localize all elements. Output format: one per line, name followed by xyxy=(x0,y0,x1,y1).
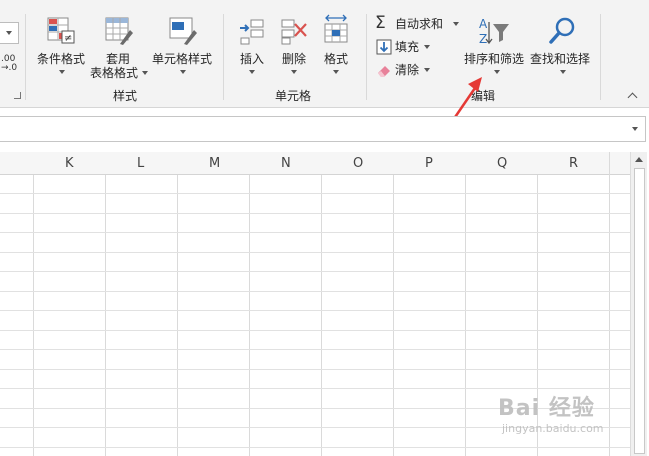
row-gridline xyxy=(0,193,630,194)
column-gridline xyxy=(249,152,250,456)
column-header-label: Q xyxy=(497,156,508,171)
column-header-m[interactable]: M xyxy=(177,152,249,175)
row-gridline xyxy=(0,310,630,311)
scroll-thumb[interactable] xyxy=(634,168,645,454)
column-gridline xyxy=(465,152,466,456)
row-gridline xyxy=(0,349,630,350)
row-gridline xyxy=(0,213,630,214)
watermark: Bai 经验 jingyan.baidu.com xyxy=(498,390,604,435)
column-header-label: P xyxy=(425,156,433,171)
column-gridline xyxy=(321,152,322,456)
formula-bar[interactable] xyxy=(0,116,646,142)
column-header-p[interactable]: P xyxy=(393,152,465,175)
row-gridline xyxy=(0,271,630,272)
row-gridline xyxy=(0,330,630,331)
column-gridline xyxy=(177,152,178,456)
column-header-label: L xyxy=(137,156,145,171)
watermark-brand: Bai 经验 xyxy=(498,396,595,421)
row-gridline xyxy=(0,252,630,253)
column-header-q[interactable]: Q xyxy=(465,152,537,175)
column-header-n[interactable]: N xyxy=(249,152,321,175)
column-header-label: N xyxy=(281,156,291,171)
column-header-k[interactable]: K xyxy=(33,152,105,175)
column-gridline xyxy=(393,152,394,456)
chevron-down-icon[interactable] xyxy=(632,127,638,131)
column-gridline xyxy=(609,152,610,456)
column-header-label: R xyxy=(569,156,579,171)
scroll-up-arrow-icon[interactable] xyxy=(635,157,643,162)
column-header-label: O xyxy=(353,156,364,171)
row-gridline xyxy=(0,232,630,233)
column-gridline xyxy=(105,152,106,456)
row-gridline xyxy=(0,388,630,389)
watermark-url: jingyan.baidu.com xyxy=(502,422,604,435)
column-header-label: K xyxy=(65,156,74,171)
column-header-label: M xyxy=(209,156,221,171)
row-gridline xyxy=(0,447,630,448)
row-gridline xyxy=(0,369,630,370)
column-gridline xyxy=(33,152,34,456)
column-header-o[interactable]: O xyxy=(321,152,393,175)
vertical-scrollbar[interactable] xyxy=(630,152,647,456)
column-header-l[interactable]: L xyxy=(105,152,177,175)
row-gridline xyxy=(0,291,630,292)
column-header-r[interactable]: R xyxy=(537,152,609,175)
